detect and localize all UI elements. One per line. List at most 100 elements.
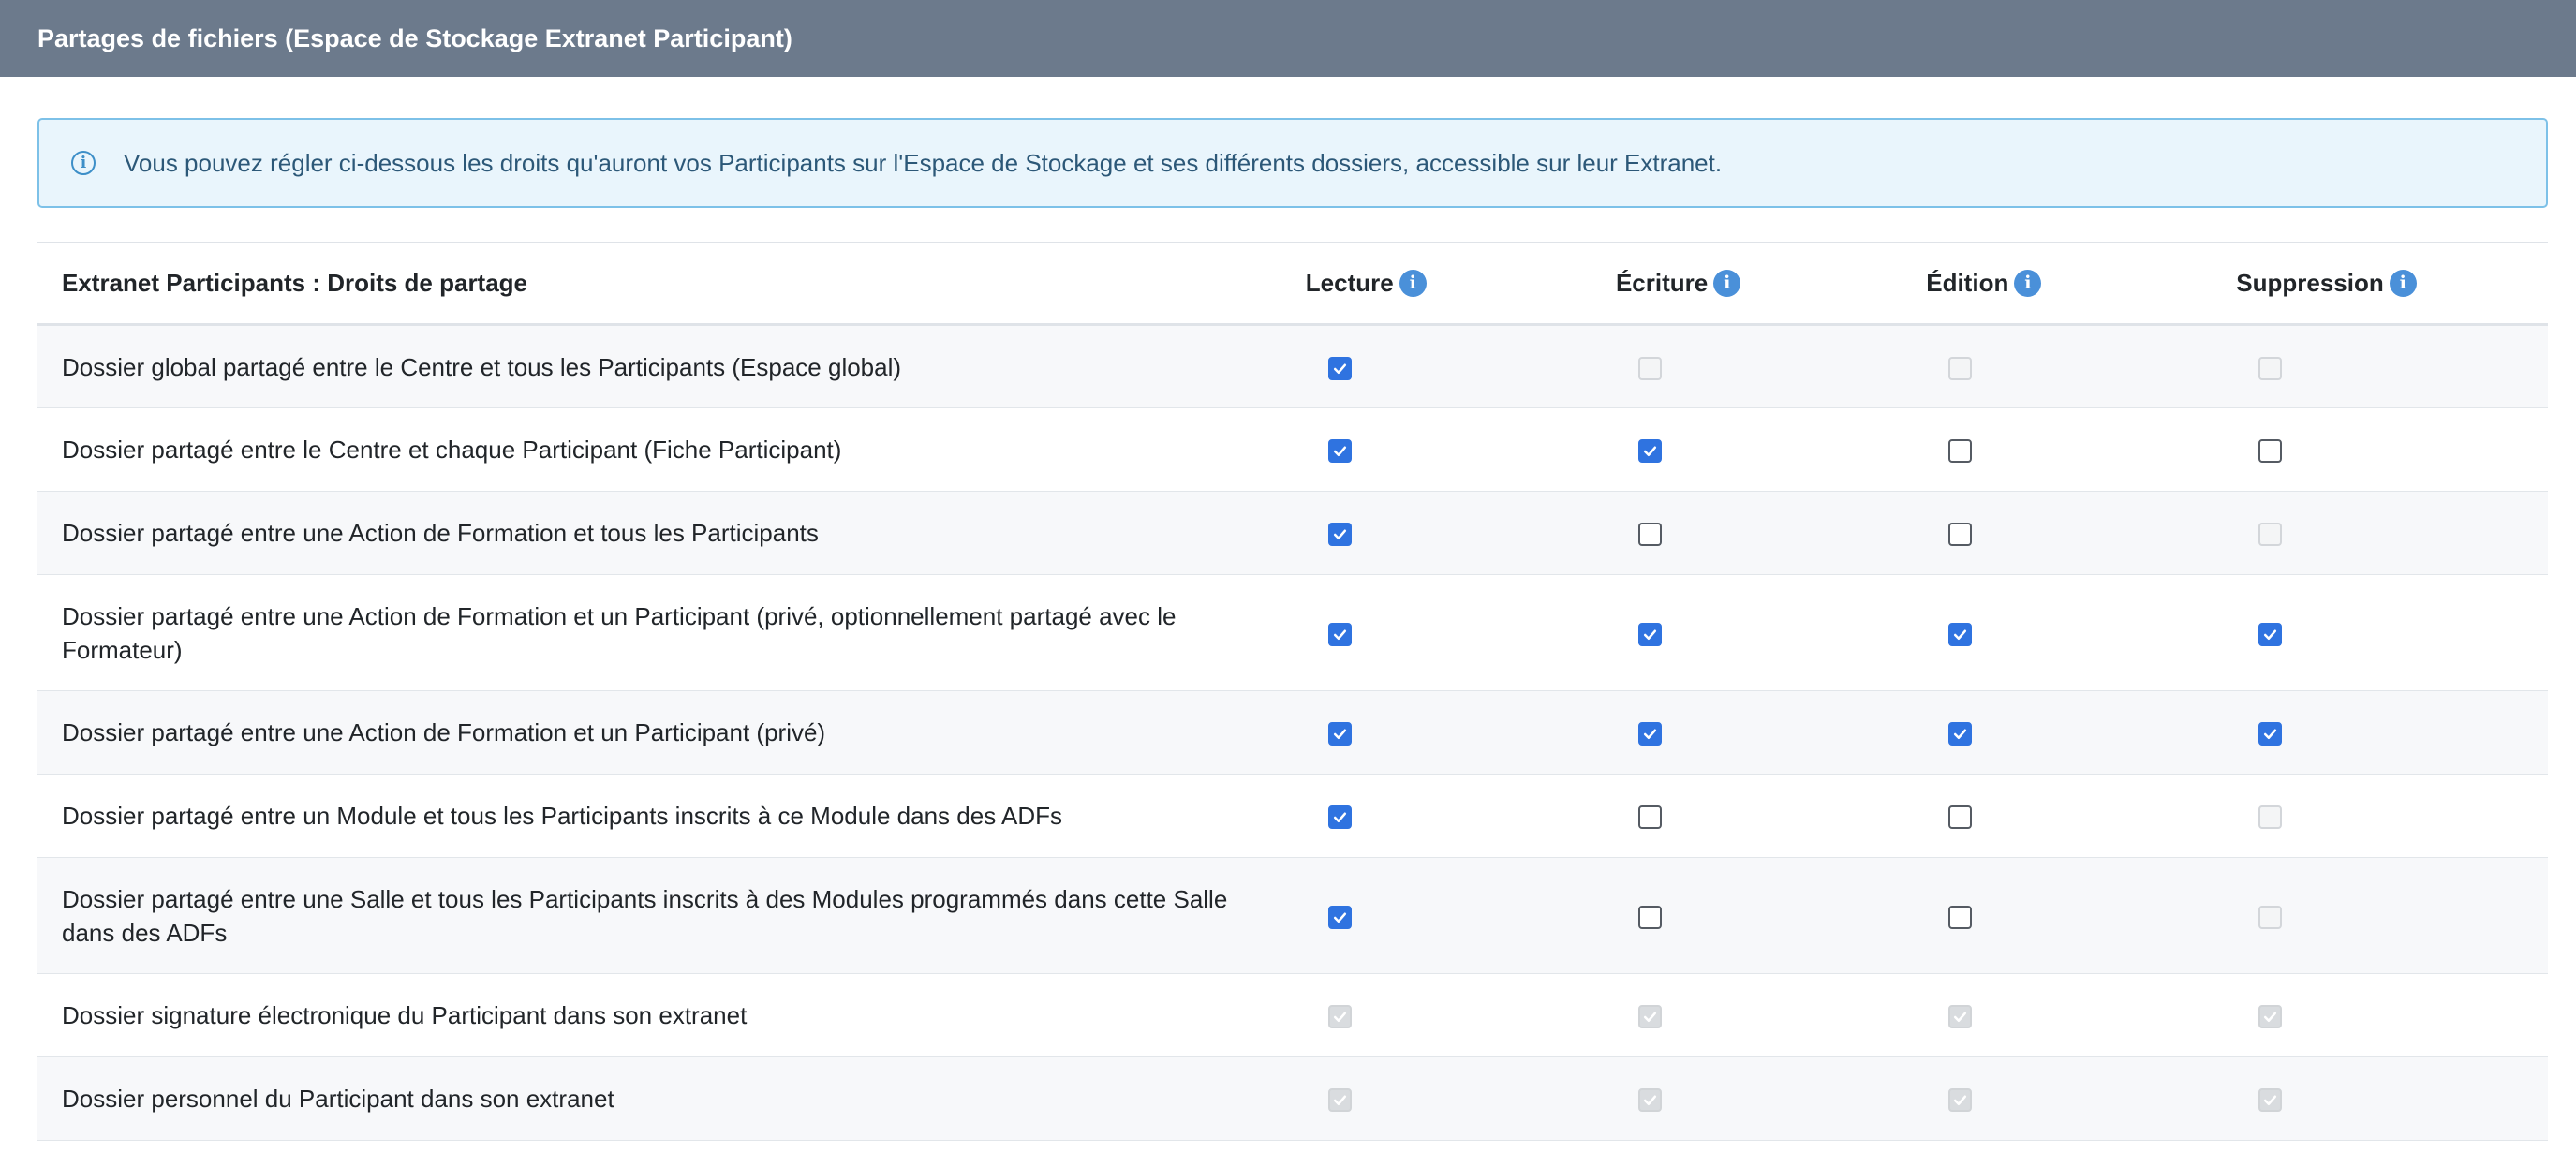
lecture-checkbox[interactable]: [1327, 722, 1352, 746]
suppression-checkbox: [2258, 523, 2283, 547]
cell-ecriture: [1616, 492, 1926, 575]
cell-suppression: [2236, 974, 2548, 1057]
checkmark-icon: [1954, 629, 1967, 640]
checkmark-icon: [2264, 1012, 2277, 1023]
cell-suppression: [2236, 775, 2548, 858]
checkmark-icon: [2264, 629, 2277, 640]
checkmark-icon: [1333, 1095, 1346, 1106]
cell-ecriture: [1616, 858, 1926, 974]
table-row: Dossier partagé entre le Centre et chaqu…: [37, 407, 2548, 492]
edition-checkbox[interactable]: [1948, 523, 1973, 547]
checkmark-icon: [1333, 1012, 1346, 1023]
edition-checkbox: [1948, 356, 1973, 380]
cell-edition: [1926, 575, 2236, 691]
lecture-checkbox[interactable]: [1327, 439, 1352, 464]
checkmark-icon: [1333, 363, 1346, 374]
suppression-checkbox[interactable]: [2258, 722, 2283, 746]
cell-lecture: [1306, 858, 1616, 974]
checkmark-icon: [1643, 446, 1657, 457]
info-icon[interactable]: i: [1399, 269, 1427, 297]
ecriture-checkbox[interactable]: [1637, 905, 1662, 929]
checkmark-icon: [1333, 812, 1346, 823]
header-suppression-label: Suppression: [2236, 268, 2384, 297]
lecture-checkbox[interactable]: [1327, 622, 1352, 646]
checkmark-icon: [1643, 729, 1657, 740]
header-lecture: Lecture i: [1306, 243, 1616, 325]
cell-edition: [1926, 408, 2236, 492]
cell-lecture: [1306, 325, 1616, 408]
info-icon[interactable]: i: [1713, 269, 1741, 297]
table-row: Dossier partagé entre une Salle et tous …: [37, 857, 2548, 974]
ecriture-checkbox[interactable]: [1637, 722, 1662, 746]
ecriture-checkbox[interactable]: [1637, 805, 1662, 830]
edition-checkbox[interactable]: [1948, 805, 1973, 830]
suppression-checkbox[interactable]: [2258, 439, 2283, 464]
edition-checkbox[interactable]: [1948, 722, 1973, 746]
cell-edition: [1926, 1057, 2236, 1141]
edition-checkbox: [1948, 1005, 1973, 1029]
cell-lecture: [1306, 974, 1616, 1057]
row-label: Dossier personnel du Participant dans so…: [62, 1085, 614, 1113]
table-header-row: Extranet Participants : Droits de partag…: [37, 242, 2548, 325]
header-ecriture-label: Écriture: [1615, 268, 1709, 297]
header-edition: Édition i: [1926, 243, 2236, 325]
checkmark-icon: [1954, 729, 1967, 740]
table-row: Dossier partagé entre une Action de Form…: [37, 574, 2548, 691]
cell-ecriture: [1616, 408, 1926, 492]
cell-ecriture: [1616, 575, 1926, 691]
checkmark-icon: [1333, 446, 1346, 457]
ecriture-checkbox[interactable]: [1637, 523, 1662, 547]
ecriture-checkbox[interactable]: [1637, 439, 1662, 464]
cell-lecture: [1306, 775, 1616, 858]
suppression-checkbox: [2258, 1088, 2283, 1113]
header-lecture-label: Lecture: [1305, 268, 1394, 297]
row-label: Dossier partagé entre une Action de Form…: [62, 601, 1177, 664]
suppression-checkbox[interactable]: [2258, 622, 2283, 646]
edition-checkbox[interactable]: [1948, 905, 1973, 929]
table-row: Dossier partagé entre une Action de Form…: [37, 690, 2548, 775]
sharing-rights-table: Extranet Participants : Droits de partag…: [37, 242, 2548, 1141]
checkmark-icon: [1643, 1095, 1657, 1106]
row-label: Dossier global partagé entre le Centre e…: [62, 352, 902, 381]
row-label: Dossier partagé entre un Module et tous …: [62, 802, 1062, 830]
row-label: Dossier partagé entre le Centre et chaqu…: [62, 436, 842, 464]
checkmark-icon: [1643, 1012, 1657, 1023]
checkmark-icon: [1954, 1012, 1967, 1023]
lecture-checkbox[interactable]: [1327, 805, 1352, 830]
cell-lecture: [1306, 408, 1616, 492]
cell-suppression: [2236, 691, 2548, 775]
cell-lecture: [1306, 691, 1616, 775]
lecture-checkbox[interactable]: [1327, 523, 1352, 547]
row-label: Dossier partagé entre une Salle et tous …: [62, 884, 1228, 947]
checkmark-icon: [1333, 912, 1346, 923]
cell-edition: [1926, 492, 2236, 575]
cell-lecture: [1306, 1057, 1616, 1141]
panel-content: i Vous pouvez régler ci-dessous les droi…: [0, 118, 2576, 1141]
cell-edition: [1926, 325, 2236, 408]
edition-checkbox[interactable]: [1948, 622, 1973, 646]
info-text: Vous pouvez régler ci-dessous les droits…: [124, 148, 1723, 177]
edition-checkbox[interactable]: [1948, 439, 1973, 464]
cell-suppression: [2236, 575, 2548, 691]
header-label: Extranet Participants : Droits de partag…: [62, 268, 528, 297]
cell-suppression: [2236, 1057, 2548, 1141]
table-row: Dossier partagé entre une Action de Form…: [37, 491, 2548, 575]
ecriture-checkbox: [1637, 1088, 1662, 1113]
cell-ecriture: [1616, 325, 1926, 408]
table-row: Dossier global partagé entre le Centre e…: [37, 324, 2548, 408]
edition-checkbox: [1948, 1088, 1973, 1113]
info-icon[interactable]: i: [2014, 269, 2042, 297]
cell-edition: [1926, 691, 2236, 775]
suppression-checkbox: [2258, 805, 2283, 830]
row-label: Dossier partagé entre une Action de Form…: [62, 519, 819, 547]
lecture-checkbox[interactable]: [1327, 356, 1352, 380]
checkmark-icon: [1333, 729, 1346, 740]
cell-suppression: [2236, 492, 2548, 575]
lecture-checkbox[interactable]: [1327, 905, 1352, 929]
header-ecriture: Écriture i: [1616, 243, 1926, 325]
cell-suppression: [2236, 325, 2548, 408]
cell-lecture: [1306, 575, 1616, 691]
ecriture-checkbox[interactable]: [1637, 622, 1662, 646]
checkmark-icon: [1643, 629, 1657, 640]
info-icon[interactable]: i: [2389, 269, 2417, 297]
